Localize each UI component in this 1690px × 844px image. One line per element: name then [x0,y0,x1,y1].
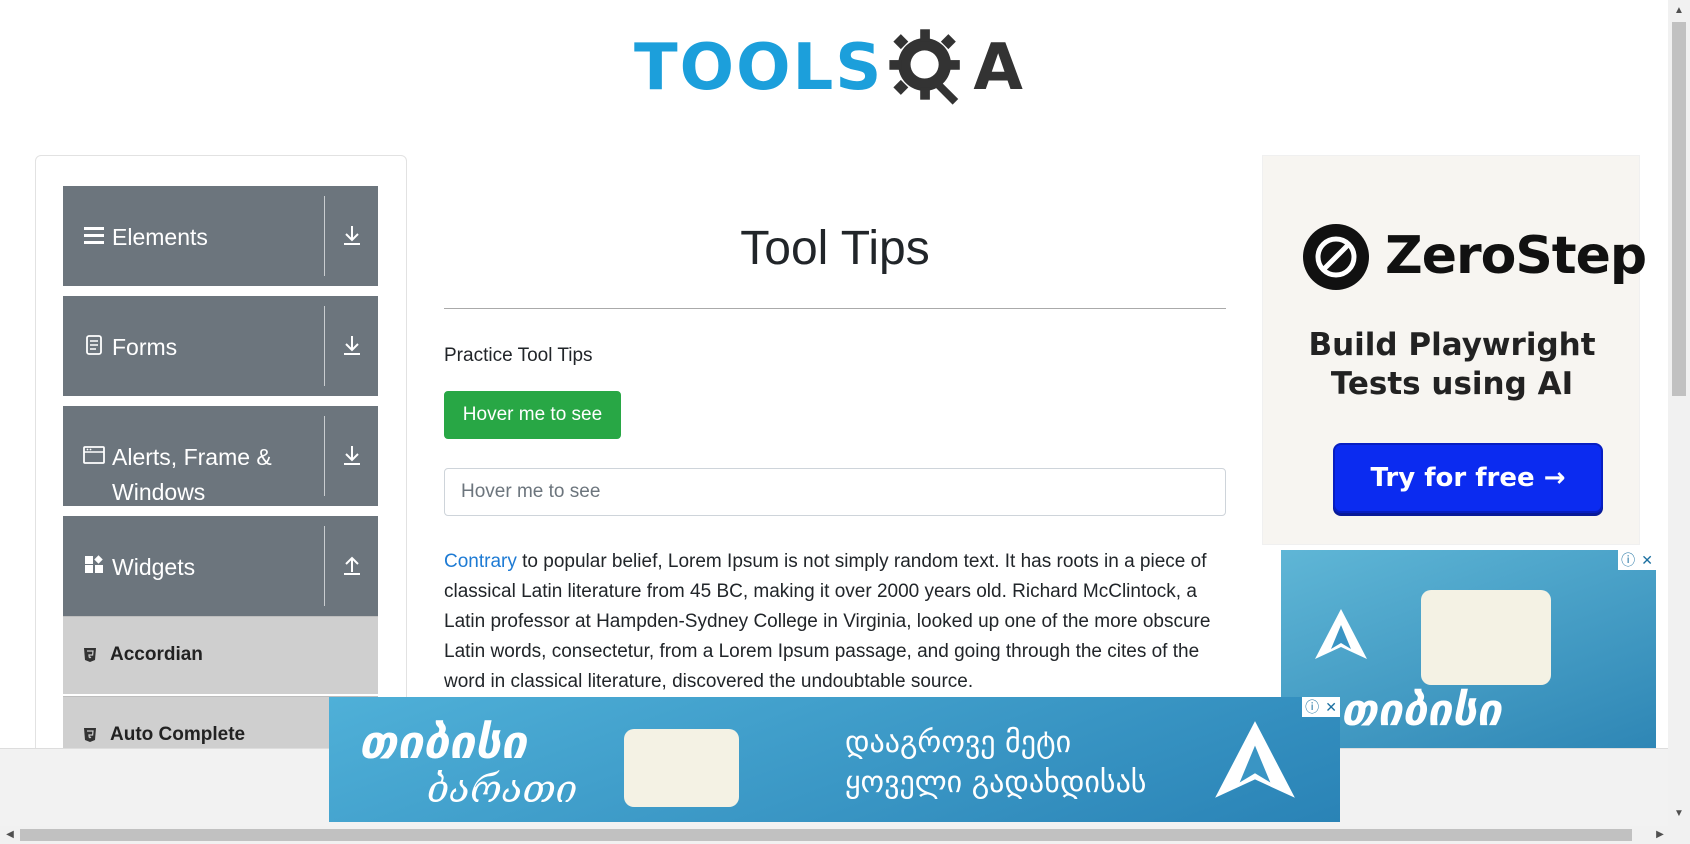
banner-brand: თიბისი [359,715,527,769]
sidebar: Elements Forms Alerts, Frame & Windows W… [35,155,407,775]
upload-arrow-icon[interactable] [342,554,362,576]
paragraph-text: to popular belief, Lorem Ipsum is not si… [444,551,1211,692]
zerostep-logo-icon [1303,224,1369,290]
divider [324,526,325,606]
triangle-logo-icon [1315,609,1367,659]
tooltip-button[interactable]: Hover me to see [444,391,621,439]
logo-suffix: A [973,30,1023,105]
ad-tagline-line2: Tests using AI [1330,366,1574,402]
divider [324,306,325,386]
contrary-link[interactable]: Contrary [444,551,517,572]
close-icon[interactable]: ✕ [1641,552,1653,569]
sidebar-group-label: Elements [112,224,208,250]
sidebar-group-widgets[interactable]: Widgets [63,516,378,616]
banner-brand-sub: ბარათი [427,767,578,811]
sidebar-item-label: Auto Complete [110,724,246,745]
zerostep-ad[interactable]: ZeroStep Build Playwright Tests using AI… [1262,155,1647,545]
download-arrow-icon[interactable] [342,334,362,356]
card-ad-brand: თიბისი [1341,685,1502,736]
ad-tagline-line1: Build Playwright [1308,327,1596,363]
divider [324,416,325,496]
section-subtitle: Practice Tool Tips [444,345,593,366]
ad-controls[interactable]: ⓘ ✕ [1618,550,1656,570]
ad-tagline: Build Playwright Tests using AI [1263,326,1641,404]
scroll-up-icon[interactable]: ▲ [1671,3,1687,19]
scroll-down-icon[interactable]: ▼ [1671,806,1687,822]
card-image [624,729,739,807]
sidebar-group-alerts[interactable]: Alerts, Frame & Windows [63,406,378,506]
triangle-logo-icon [1215,721,1295,798]
title-divider [444,308,1226,309]
bottom-banner-ad[interactable]: თიბისი ბარათი დააგროვე მეტი ყოველი გადახ… [329,697,1340,822]
info-icon[interactable]: ⓘ [1305,697,1319,717]
scroll-left-icon[interactable]: ◀ [2,827,18,843]
try-free-button[interactable]: Try for free → [1333,443,1603,513]
document-icon [86,335,102,355]
gear-magnifier-icon [889,28,961,105]
banner-text-line2: ყოველი გადახდისას [845,765,1147,800]
tooltip-paragraph: Contrary to popular belief, Lorem Ipsum … [444,547,1226,697]
widgets-icon [85,555,103,573]
download-arrow-icon[interactable] [342,444,362,466]
sidebar-group-label: Widgets [112,554,196,580]
window-icon [83,446,105,464]
ad-brand: ZeroStep [1385,226,1647,286]
sidebar-group-forms[interactable]: Forms [63,296,378,396]
page-title: Tool Tips [740,222,930,275]
html5-icon [84,648,96,662]
ad-controls[interactable]: ⓘ ✕ [1302,697,1340,717]
divider [324,196,325,276]
menu-icon [84,227,104,244]
page: TOOLS A Elements Forms Alerts, Frame & W… [0,0,1690,844]
vertical-scroll-thumb[interactable] [1672,22,1686,396]
toolsqa-logo[interactable]: TOOLS A [634,20,1039,115]
sidebar-group-elements[interactable]: Elements [63,186,378,286]
sidebar-item-accordian[interactable]: Accordian [63,616,378,694]
banner-text-line1: დააგროვე მეტი [845,725,1072,760]
info-icon[interactable]: ⓘ [1621,550,1635,570]
tooltip-text-field[interactable] [444,468,1226,516]
horizontal-scroll-thumb[interactable] [20,829,1632,841]
sidebar-group-label: Forms [112,334,178,360]
sidebar-item-label: Accordian [110,644,203,665]
close-icon[interactable]: ✕ [1325,699,1337,716]
card-image [1421,590,1551,685]
scroll-right-icon[interactable]: ▶ [1652,827,1668,843]
download-arrow-icon[interactable] [342,224,362,246]
logo-text: TOOLS [634,30,884,105]
sidebar-group-label: Alerts, Frame & Windows [112,444,272,505]
html5-icon [84,728,96,742]
